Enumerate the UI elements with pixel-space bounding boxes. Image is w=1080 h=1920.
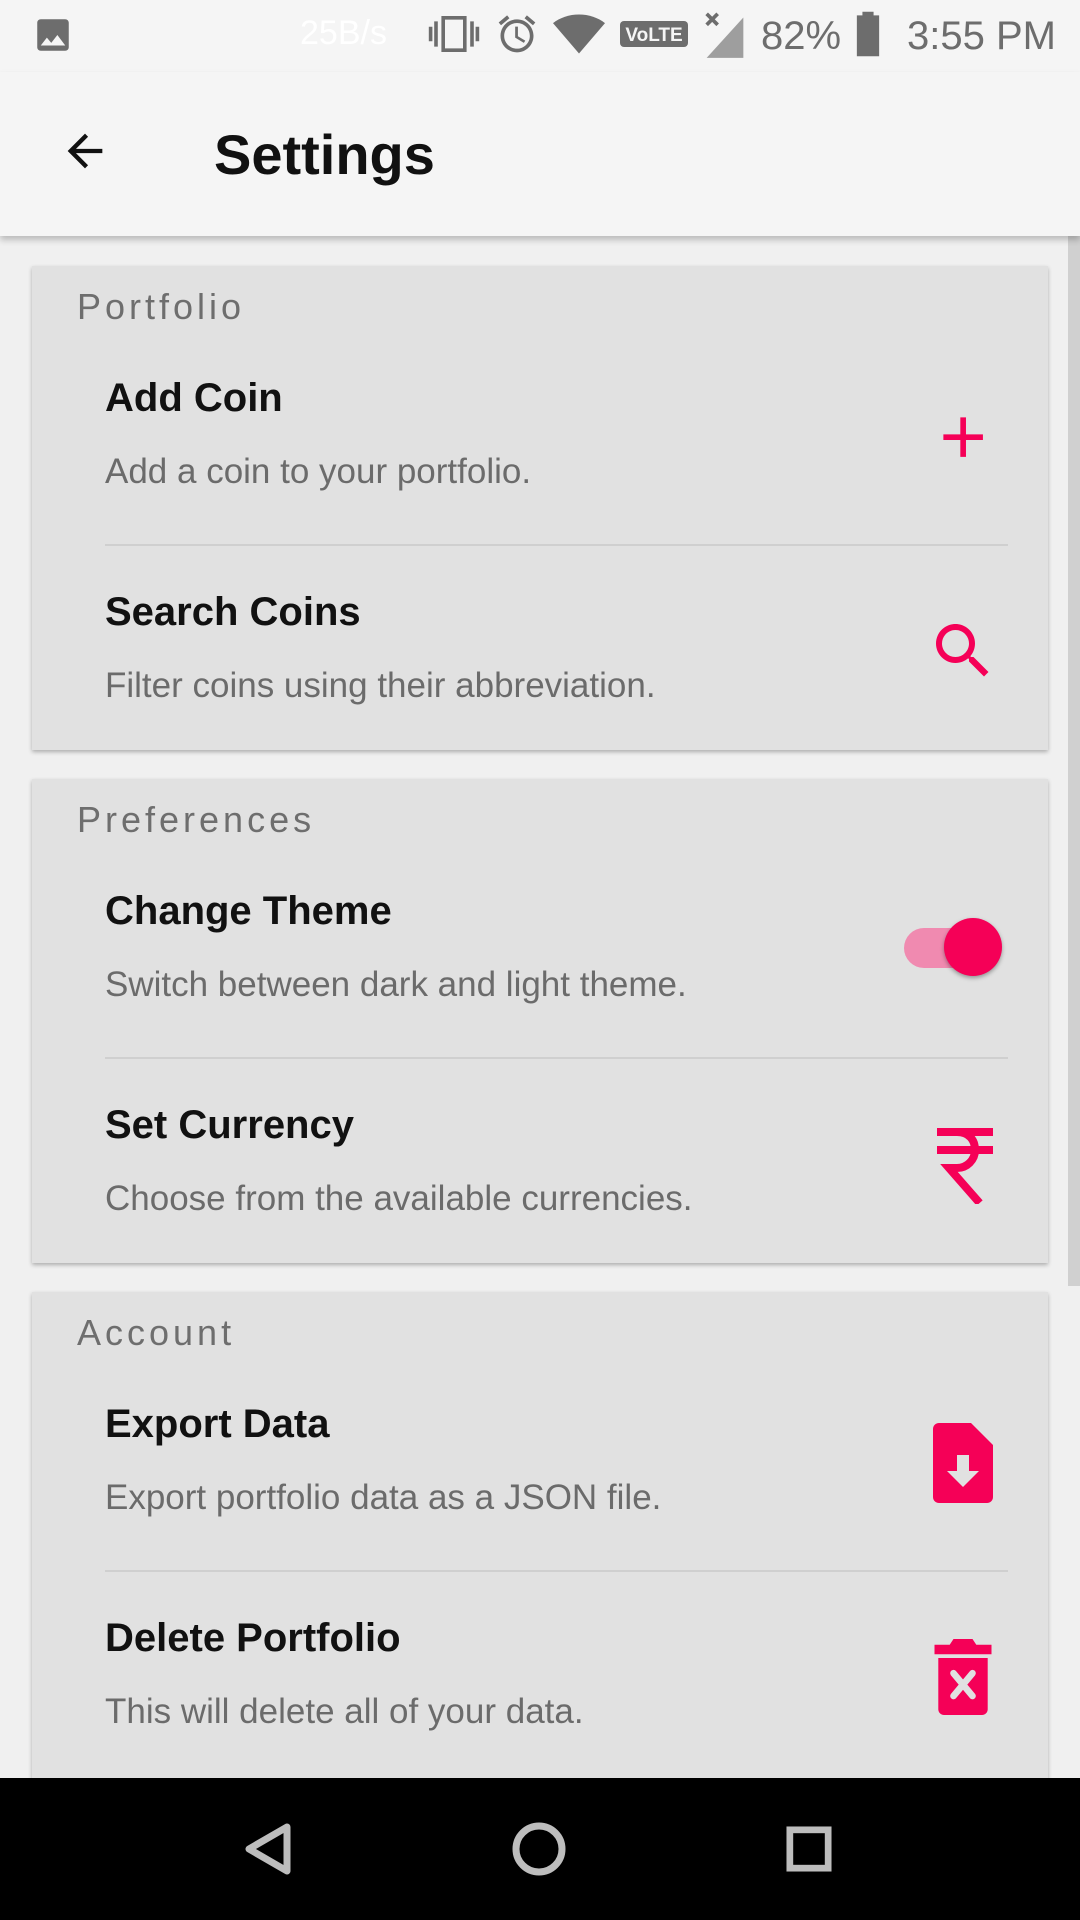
net-speed: 25B/s	[300, 14, 387, 52]
settings-list[interactable]: Portfolio Add Coin Add a coin to your po…	[0, 236, 1080, 1778]
section-header: Portfolio	[77, 286, 246, 327]
clock: 3:55 PM	[907, 13, 1056, 58]
item-title: Add Coin	[105, 376, 283, 420]
export-data-item[interactable]: Export Data Export portfolio data as a J…	[32, 1382, 1048, 1596]
battery-icon	[855, 11, 881, 62]
page-title: Settings	[214, 123, 435, 186]
svg-text:VoLTE: VoLTE	[625, 25, 682, 46]
delete-portfolio-item[interactable]: Delete Portfolio This will delete all of…	[32, 1596, 1048, 1778]
portfolio-section: Portfolio Add Coin Add a coin to your po…	[32, 266, 1048, 750]
item-description: Add a coin to your portfolio.	[105, 452, 532, 491]
arrow-back-icon	[59, 125, 111, 182]
add-coin-item[interactable]: Add Coin Add a coin to your portfolio.	[32, 356, 1048, 570]
set-currency-item[interactable]: Set Currency Choose from the available c…	[32, 1083, 1048, 1297]
theme-toggle-switch[interactable]	[904, 911, 1002, 981]
system-nav-bar	[0, 1778, 1080, 1920]
item-title: Set Currency	[105, 1103, 354, 1147]
divider	[105, 544, 1008, 546]
plus-icon[interactable]	[918, 392, 1008, 482]
item-title: Delete Portfolio	[105, 1616, 401, 1660]
change-theme-item[interactable]: Change Theme Switch between dark and lig…	[32, 869, 1048, 1083]
recents-square-icon[interactable]	[774, 1814, 844, 1884]
volte-icon: VoLTE	[619, 19, 689, 54]
preferences-section: Preferences Change Theme Switch between …	[32, 779, 1048, 1263]
back-triangle-icon[interactable]	[234, 1814, 304, 1884]
item-description: Export portfolio data as a JSON file.	[105, 1478, 662, 1517]
home-circle-icon[interactable]	[504, 1814, 574, 1884]
item-description: Filter coins using their abbreviation.	[105, 666, 656, 705]
battery-percent: 82%	[760, 13, 842, 58]
search-icon[interactable]	[918, 606, 1008, 696]
section-header: Account	[77, 1312, 236, 1353]
search-coins-item[interactable]: Search Coins Filter coins using their ab…	[32, 570, 1048, 784]
alarm-icon	[495, 12, 539, 61]
file-download-icon[interactable]	[918, 1418, 1008, 1508]
item-title: Search Coins	[105, 590, 361, 634]
item-title: Change Theme	[105, 889, 392, 933]
account-section: Account Export Data Export portfolio dat…	[32, 1292, 1048, 1778]
divider	[105, 1057, 1008, 1059]
section-header: Preferences	[77, 799, 316, 840]
app-bar: Settings	[0, 72, 1080, 236]
item-title: Export Data	[105, 1402, 330, 1446]
item-description: Switch between dark and light theme.	[105, 965, 687, 1004]
rupee-icon[interactable]	[918, 1119, 1008, 1209]
delete-icon[interactable]	[918, 1632, 1008, 1722]
item-description: This will delete all of your data.	[105, 1692, 584, 1731]
vibrate-icon	[427, 11, 481, 62]
image-icon	[32, 14, 74, 61]
toggle-thumb	[944, 918, 1002, 976]
item-description: Choose from the available currencies.	[105, 1179, 693, 1218]
signal-icon	[703, 10, 747, 63]
status-bar: 25B/s VoLTE 82% 3:55 PM	[0, 0, 1080, 72]
wifi-icon	[552, 12, 605, 61]
scrollbar[interactable]	[1068, 236, 1080, 1286]
back-button[interactable]	[40, 108, 130, 198]
divider	[105, 1570, 1008, 1572]
